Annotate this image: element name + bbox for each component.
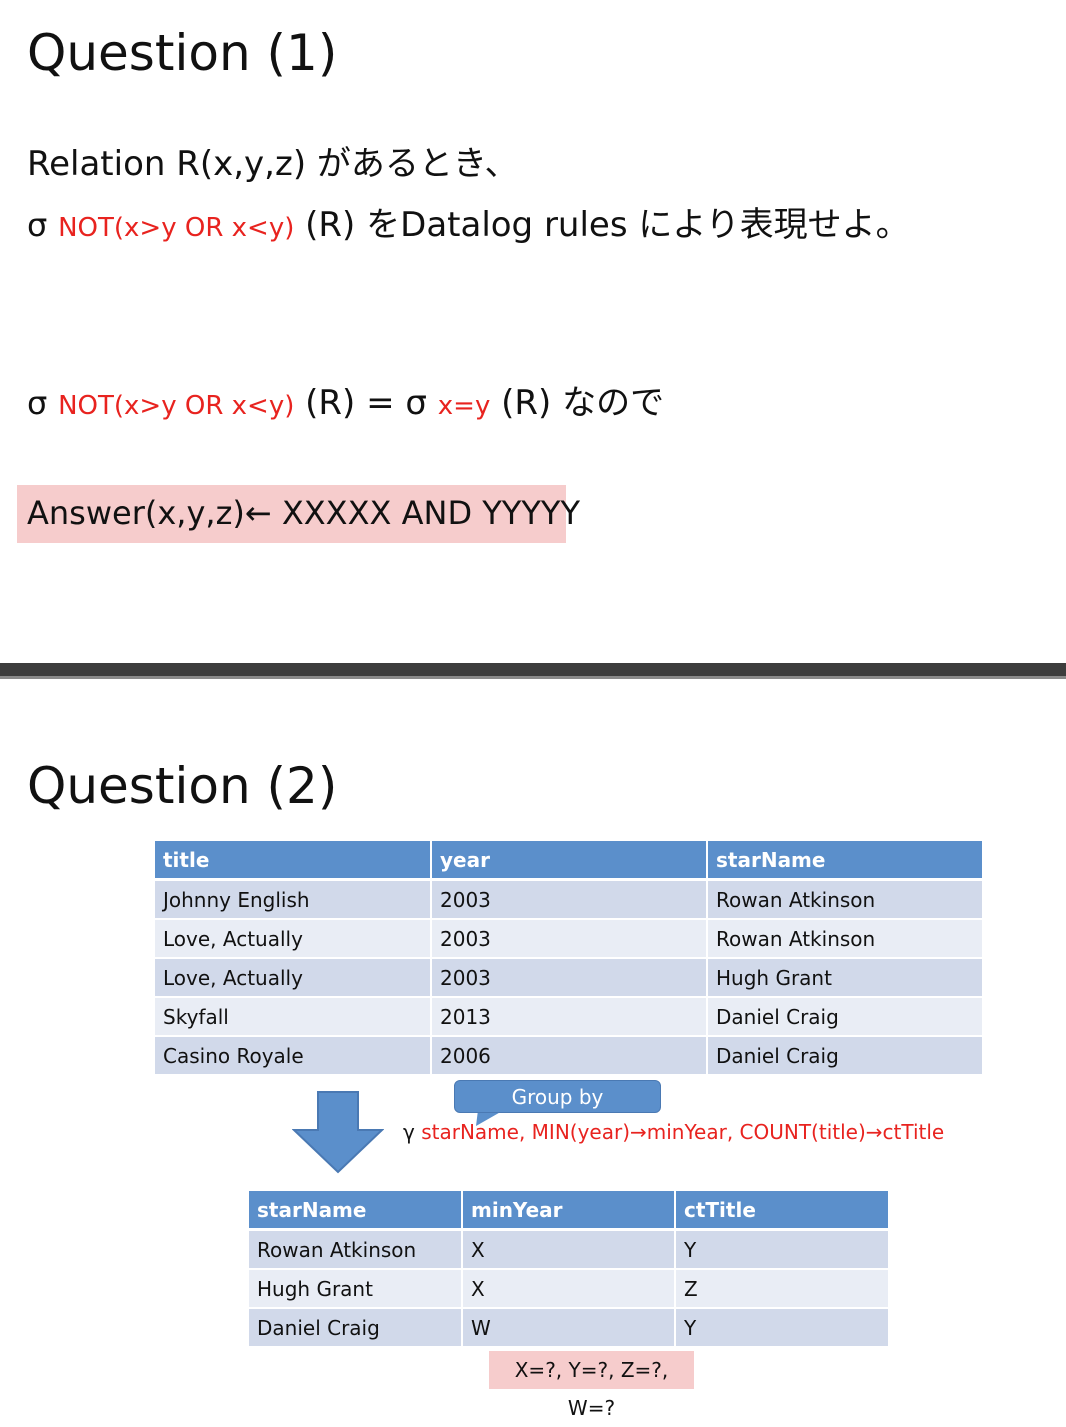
table-cell: Rowan Atkinson: [707, 879, 982, 920]
equivalence-middle: (R) = σ: [305, 383, 427, 423]
table-cell: Y: [675, 1308, 888, 1348]
table-cell: X: [462, 1229, 676, 1270]
table-cell: Rowan Atkinson: [707, 919, 982, 959]
table-cell: Hugh Grant: [249, 1269, 463, 1309]
table-cell: Love, Actually: [155, 958, 432, 998]
table-cell: Casino Royale: [155, 1036, 432, 1076]
table-cell: 2013: [431, 997, 708, 1037]
table-cell: W: [462, 1308, 676, 1348]
table-cell: Daniel Craig: [249, 1308, 463, 1348]
table-cell: Z: [675, 1269, 888, 1309]
column-header-starname: starName: [249, 1191, 463, 1231]
table-cell: Skyfall: [155, 997, 432, 1037]
column-header-starname: starName: [707, 841, 982, 881]
question1-title: Question (1): [27, 24, 338, 82]
group-by-callout: Group by: [454, 1080, 661, 1113]
table-cell: 2003: [431, 919, 708, 959]
table-row: Casino Royale 2006 Daniel Craig: [155, 1036, 982, 1076]
gamma-symbol: γ: [403, 1120, 415, 1144]
table-row: Love, Actually 2003 Hugh Grant: [155, 958, 982, 998]
simplified-condition: x=y: [437, 391, 491, 421]
selection-condition: NOT(x>y OR x<y): [58, 391, 295, 421]
table-header-row: title year starName: [155, 841, 982, 881]
table-cell: 2003: [431, 879, 708, 920]
table-row: Rowan Atkinson X Y: [249, 1229, 888, 1270]
table-header-row: starName minYear ctTitle: [249, 1191, 888, 1231]
table-row: Daniel Craig W Y: [249, 1308, 888, 1348]
table-row: Johnny English 2003 Rowan Atkinson: [155, 879, 982, 920]
selection-condition: NOT(x>y OR x<y): [58, 213, 295, 243]
table-cell: Hugh Grant: [707, 958, 982, 998]
column-header-cttitle: ctTitle: [675, 1191, 888, 1231]
relation-statement: Relation R(x,y,z) があるとき、: [27, 144, 519, 184]
grouping-expression-text: starName, MIN(year)→minYear, COUNT(title…: [421, 1120, 945, 1144]
down-arrow-icon: [292, 1091, 384, 1174]
sigma-symbol: σ: [27, 206, 48, 244]
table-row: Skyfall 2013 Daniel Craig: [155, 997, 982, 1037]
task-statement: σ NOT(x>y OR x<y) (R) をDatalog rules により…: [27, 204, 910, 249]
table-row: Love, Actually 2003 Rowan Atkinson: [155, 919, 982, 959]
table-cell: Rowan Atkinson: [249, 1229, 463, 1270]
equivalence-rest: (R) なので: [501, 383, 665, 423]
result-table: starName minYear ctTitle Rowan Atkinson …: [249, 1191, 888, 1348]
column-header-year: year: [431, 841, 708, 881]
table-row: Hugh Grant X Z: [249, 1269, 888, 1309]
column-header-title: title: [155, 841, 432, 881]
sigma-symbol: σ: [27, 384, 48, 422]
table-cell: Y: [675, 1229, 888, 1270]
slide-divider: [0, 663, 1066, 679]
table-cell: Daniel Craig: [707, 997, 982, 1037]
question2-title: Question (2): [27, 757, 338, 815]
column-header-minyear: minYear: [462, 1191, 676, 1231]
question-box: X=?, Y=?, Z=?, W=?: [489, 1351, 694, 1420]
table-cell: Johnny English: [155, 879, 432, 920]
table-cell: 2003: [431, 958, 708, 998]
answer-box: Answer(x,y,z)← XXXXX AND YYYYY: [17, 485, 580, 543]
table-cell: X: [462, 1269, 676, 1309]
task-statement-rest: (R) をDatalog rules により表現せよ。: [305, 205, 910, 245]
equivalence-statement: σ NOT(x>y OR x<y) (R) = σ x=y (R) なので: [27, 382, 664, 427]
movies-table: title year starName Johnny English 2003 …: [155, 841, 982, 1076]
table-cell: 2006: [431, 1036, 708, 1076]
table-cell: Daniel Craig: [707, 1036, 982, 1076]
table-cell: Love, Actually: [155, 919, 432, 959]
grouping-expression: γ starName, MIN(year)→minYear, COUNT(tit…: [403, 1119, 944, 1145]
